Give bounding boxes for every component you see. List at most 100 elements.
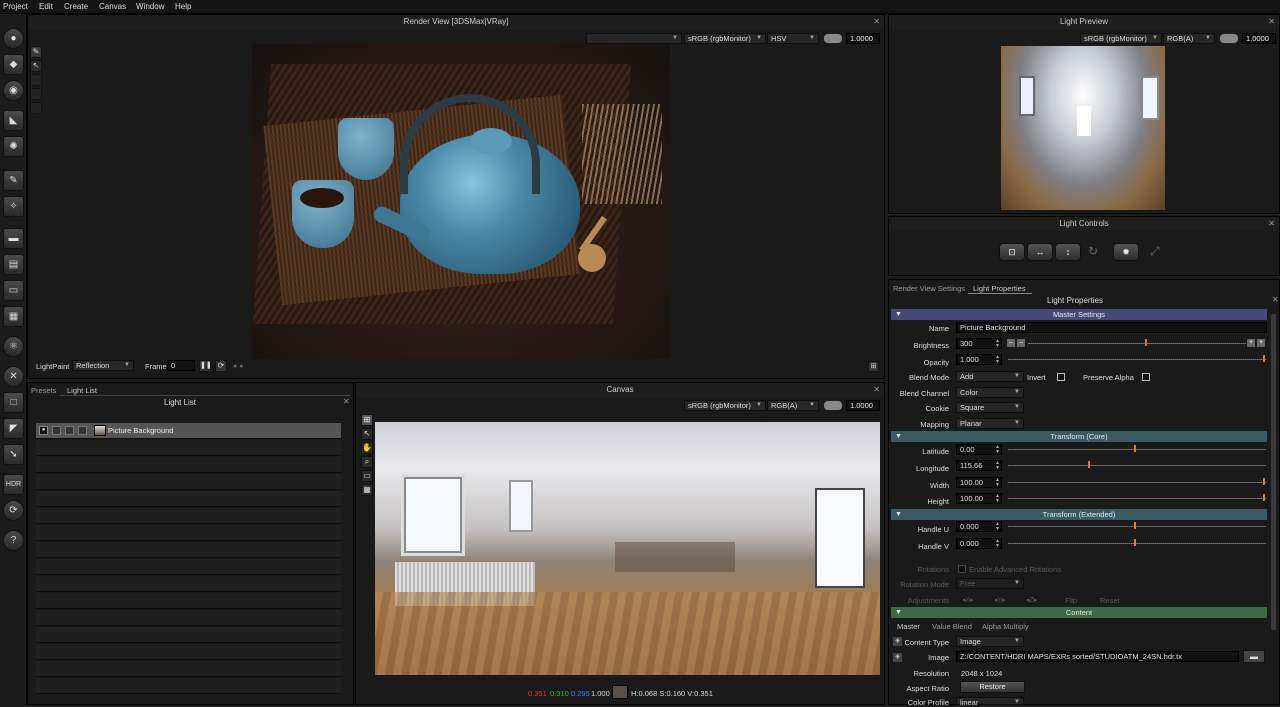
menu-help[interactable]: Help — [175, 2, 191, 11]
content-type-select[interactable]: Image ▼ — [956, 636, 1024, 647]
help-icon[interactable]: ? — [3, 530, 24, 551]
longitude-slider-knob[interactable] — [1088, 461, 1090, 468]
canvas-exposure[interactable]: 1.0000 — [846, 400, 880, 411]
menu-canvas[interactable]: Canvas — [99, 2, 126, 11]
section-transform-extended[interactable]: ▼ Transform (Extended) — [891, 509, 1267, 520]
longitude-input[interactable]: 115.66 ▲ ▼ — [956, 460, 1002, 471]
height-input[interactable]: 100.00 ▲ ▼ — [956, 493, 1002, 504]
mapping-select[interactable]: Planar ▼ — [956, 418, 1024, 429]
latitude-slider[interactable] — [1008, 449, 1266, 450]
section-content[interactable]: ▼ Content — [891, 607, 1267, 618]
exposure-dial-icon[interactable] — [823, 33, 843, 44]
tab-master[interactable]: Master — [897, 622, 920, 631]
close-icon[interactable]: ✕ — [1272, 295, 1279, 304]
move-horizontal-icon[interactable]: ↔ — [1027, 243, 1053, 261]
rect-light-icon[interactable]: ◆ — [3, 54, 24, 75]
enable-adv-rot-checkbox[interactable] — [958, 565, 966, 573]
hand-icon[interactable]: ✋ — [361, 442, 373, 454]
preview-colorspace-select[interactable]: sRGB (rgbMonitor) ▼ — [1080, 33, 1162, 44]
tab-light-list[interactable]: Light List — [67, 386, 97, 395]
list-item[interactable]: ● Picture Background — [36, 423, 341, 439]
close-icon[interactable]: ✕ — [1268, 219, 1275, 228]
atom-icon[interactable]: ⚛ — [3, 336, 24, 357]
longitude-slider[interactable] — [1008, 465, 1266, 466]
fold-icon[interactable]: ◤ — [3, 418, 24, 439]
close-circle-icon[interactable]: ✕ — [3, 366, 24, 387]
preserve-alpha-checkbox[interactable] — [1142, 373, 1150, 381]
ring-light-icon[interactable]: ✺ — [3, 136, 24, 157]
image-path-input[interactable]: Z:/CONTENT/HDRI MAPS/EXRs sorted/STUDIOA… — [956, 651, 1239, 662]
tool-slot[interactable] — [30, 74, 42, 86]
move-planar-icon[interactable]: ⊡ — [999, 243, 1025, 261]
height-slider[interactable] — [1008, 498, 1266, 499]
gradient-icon[interactable]: ▤ — [3, 254, 24, 275]
menu-project[interactable]: Project — [3, 2, 28, 11]
grid-icon[interactable]: ▦ — [361, 484, 373, 496]
lock-icon[interactable] — [65, 426, 74, 435]
tab-light-properties[interactable]: Light Properties — [973, 284, 1026, 293]
exposure-dial-icon[interactable] — [1219, 33, 1239, 44]
render-view-channel-select[interactable]: HSV ▼ — [767, 33, 819, 44]
light-focus-icon[interactable]: ✹ — [1113, 243, 1139, 261]
blend-mode-select[interactable]: Add ▼ — [956, 371, 1024, 382]
height-slider-knob[interactable] — [1263, 494, 1265, 501]
flip-button[interactable]: Flip — [1065, 596, 1077, 605]
render-view-colorspace-select[interactable]: sRGB (rgbMonitor) ▼ — [684, 33, 766, 44]
pause-icon[interactable]: ❚❚ — [199, 360, 212, 372]
visibility-icon[interactable]: ● — [39, 426, 48, 435]
preview-exposure[interactable]: 1.0000 — [1242, 33, 1276, 44]
color-profile-select[interactable]: linear ▼ — [956, 697, 1024, 707]
canvas-image[interactable] — [375, 422, 880, 675]
render-view-lut-select[interactable]: ▼ — [586, 33, 682, 44]
name-input[interactable]: Picture Background — [956, 322, 1267, 333]
plus-icon[interactable]: + — [1247, 339, 1255, 347]
cookie-select[interactable]: Square ▼ — [956, 402, 1024, 413]
menu-edit[interactable]: Edit — [39, 2, 53, 11]
minus-icon[interactable]: – — [1007, 339, 1015, 347]
square-icon[interactable]: □ — [3, 392, 24, 413]
crop-icon[interactable]: ▭ — [361, 470, 373, 482]
handle-v-slider[interactable] — [1008, 543, 1266, 544]
canvas-colorspace-select[interactable]: sRGB (rgbMonitor) ▼ — [684, 400, 766, 411]
handle-u-slider-knob[interactable] — [1134, 522, 1136, 529]
restore-button[interactable]: Restore — [960, 681, 1025, 693]
flag-icon[interactable]: ◣ — [3, 110, 24, 131]
bar-icon[interactable]: ▭ — [3, 280, 24, 301]
color-icon[interactable] — [78, 426, 87, 435]
reset-button[interactable]: Reset — [1100, 596, 1120, 605]
tab-alpha-multiply[interactable]: Alpha Multiply — [982, 622, 1029, 631]
handle-v-slider-knob[interactable] — [1134, 539, 1136, 546]
arrow-icon[interactable]: ➘ — [3, 444, 24, 465]
sparkle-icon[interactable]: ✧ — [3, 196, 24, 217]
brightness-input[interactable]: 300 ▲ ▼ — [956, 338, 1002, 349]
pattern-icon[interactable]: ▦ — [3, 306, 24, 327]
width-input[interactable]: 100.00 ▲ ▼ — [956, 477, 1002, 488]
paint-brush-icon[interactable]: ✎ — [30, 46, 42, 58]
hdr-export-icon[interactable]: ⟳ — [3, 500, 24, 521]
expand-icon[interactable]: ⊞ — [868, 361, 879, 372]
render-image[interactable] — [252, 44, 670, 359]
fit-icon[interactable]: ⊞ — [361, 414, 373, 426]
strip-icon[interactable]: ▬ — [3, 228, 24, 249]
tab-presets[interactable]: Presets — [31, 386, 56, 395]
menu-create[interactable]: Create — [64, 2, 88, 11]
frame-input[interactable]: 0 — [167, 360, 195, 371]
solo-icon[interactable] — [52, 426, 61, 435]
handle-u-input[interactable]: 0.000 ▲ ▼ — [956, 521, 1002, 532]
folder-icon[interactable]: ▬ — [1243, 650, 1265, 663]
blend-channel-select[interactable]: Color ▼ — [956, 387, 1024, 398]
opacity-slider[interactable] — [1008, 359, 1266, 360]
rotation-mode-select[interactable]: Free ▼ — [956, 578, 1024, 589]
tool-slot[interactable] — [30, 88, 42, 100]
tab-render-view-settings[interactable]: Render View Settings — [893, 284, 965, 293]
pointer-icon[interactable]: ↖ — [30, 60, 42, 72]
axis-z-icon[interactable]: ◂Z▸ — [1026, 596, 1037, 604]
sphere-light-icon[interactable]: ● — [3, 28, 24, 49]
invert-checkbox[interactable] — [1057, 373, 1065, 381]
plus-icon[interactable]: + — [1257, 339, 1265, 347]
section-master-settings[interactable]: ▼ Master Settings — [891, 309, 1267, 320]
menu-window[interactable]: Window — [136, 2, 164, 11]
brightness-slider[interactable] — [1028, 343, 1246, 344]
close-icon[interactable]: ✕ — [873, 17, 880, 26]
tab-value-blend[interactable]: Value Blend — [932, 622, 972, 631]
